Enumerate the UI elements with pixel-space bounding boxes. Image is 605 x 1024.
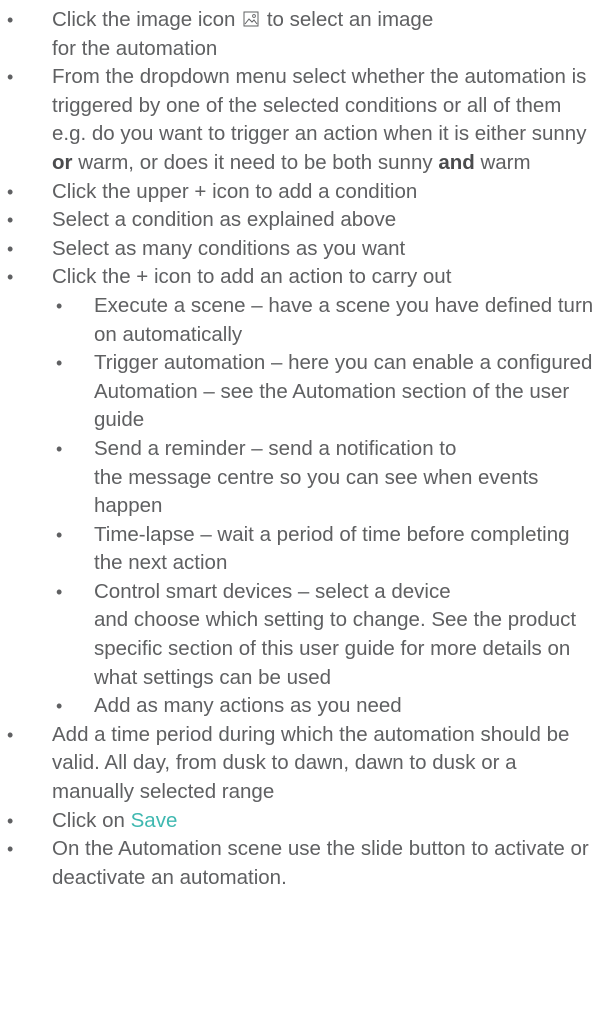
- bullet: •: [7, 181, 14, 202]
- step-text: Click the + icon to add an action to car…: [52, 265, 452, 289]
- step-text-part: to select an image: [266, 8, 434, 31]
- list-item: • Select a condition as explained above: [0, 206, 605, 235]
- bullet: •: [56, 696, 63, 717]
- step-text: Click the image icon to select an image …: [52, 8, 433, 60]
- bullet: •: [7, 67, 14, 88]
- list-item: • Click the upper + icon to add a condit…: [0, 178, 605, 207]
- instruction-page: • Click the image icon to select an imag…: [0, 0, 605, 1024]
- steps-list: • Click the image icon to select an imag…: [0, 6, 605, 892]
- list-item: • Select as many conditions as you want: [0, 235, 605, 264]
- bullet: •: [56, 438, 63, 459]
- bullet: •: [7, 267, 14, 288]
- action-text: Trigger automation – here you can enable…: [94, 351, 593, 432]
- bullet: •: [56, 581, 63, 602]
- step-text-part: for the automation: [52, 36, 218, 60]
- bullet: •: [7, 10, 14, 30]
- action-text-part: and choose which setting to change. See …: [94, 608, 577, 689]
- bullet: •: [56, 353, 63, 374]
- bullet: •: [7, 839, 14, 860]
- list-item: • Click the + icon to add an action to c…: [0, 263, 605, 721]
- step-text-part: From the dropdown menu select whether th…: [52, 65, 587, 146]
- list-item: • From the dropdown menu select whether …: [0, 63, 605, 177]
- action-text: Time-lapse – wait a period of time befor…: [94, 522, 570, 575]
- step-text-part: Click the image icon: [52, 8, 236, 31]
- sub-list-item: • Execute a scene – have a scene you hav…: [52, 292, 599, 349]
- action-text-part: Send a reminder – send a notification to: [94, 436, 457, 460]
- bullet: •: [7, 238, 14, 259]
- step-text: Select as many conditions as you want: [52, 236, 406, 260]
- list-item: • Click the image icon to select an imag…: [0, 6, 605, 63]
- list-item: • On the Automation scene use the slide …: [0, 835, 605, 892]
- step-text: On the Automation scene use the slide bu…: [52, 837, 589, 889]
- step-text: Click on Save: [52, 809, 177, 832]
- bullet: •: [56, 524, 63, 545]
- bullet: •: [7, 724, 14, 745]
- list-item: • Add a time period during which the aut…: [0, 721, 605, 807]
- step-text-part: Click on: [52, 808, 125, 832]
- bullet: •: [7, 810, 14, 831]
- action-sublist: • Execute a scene – have a scene you hav…: [52, 292, 599, 721]
- step-text-part: warm, or does it need to be both sunny: [78, 150, 433, 174]
- bullet: •: [7, 210, 14, 231]
- sub-list-item: • Control smart devices – select a devic…: [52, 578, 599, 692]
- emphasis-and: and: [438, 150, 475, 174]
- action-text: Execute a scene – have a scene you have …: [94, 293, 594, 346]
- action-text-part: Control smart devices – select a device: [94, 579, 451, 603]
- list-item: • Click on Save: [0, 807, 605, 836]
- step-text-part: warm: [480, 150, 531, 174]
- action-text: Send a reminder – send a notification to…: [94, 437, 538, 517]
- sub-list-item: • Time-lapse – wait a period of time bef…: [52, 521, 599, 578]
- sub-list-item: • Add as many actions as you need: [52, 692, 599, 721]
- image-icon: [243, 11, 259, 27]
- sub-list-item: • Send a reminder – send a notification …: [52, 435, 599, 521]
- save-link[interactable]: Save: [131, 809, 178, 832]
- bullet: •: [56, 295, 63, 316]
- action-text: Add as many actions as you need: [94, 694, 402, 718]
- step-text: From the dropdown menu select whether th…: [52, 65, 586, 174]
- action-text-part: the message centre so you can see when e…: [94, 465, 539, 518]
- emphasis-or: or: [52, 150, 73, 174]
- sub-list-item: • Trigger automation – here you can enab…: [52, 349, 599, 435]
- step-text: Add a time period during which the autom…: [52, 722, 570, 804]
- action-text: Control smart devices – select a device a…: [94, 580, 576, 689]
- step-text: Select a condition as explained above: [52, 208, 397, 232]
- step-text: Click the upper + icon to add a conditio…: [52, 179, 418, 203]
